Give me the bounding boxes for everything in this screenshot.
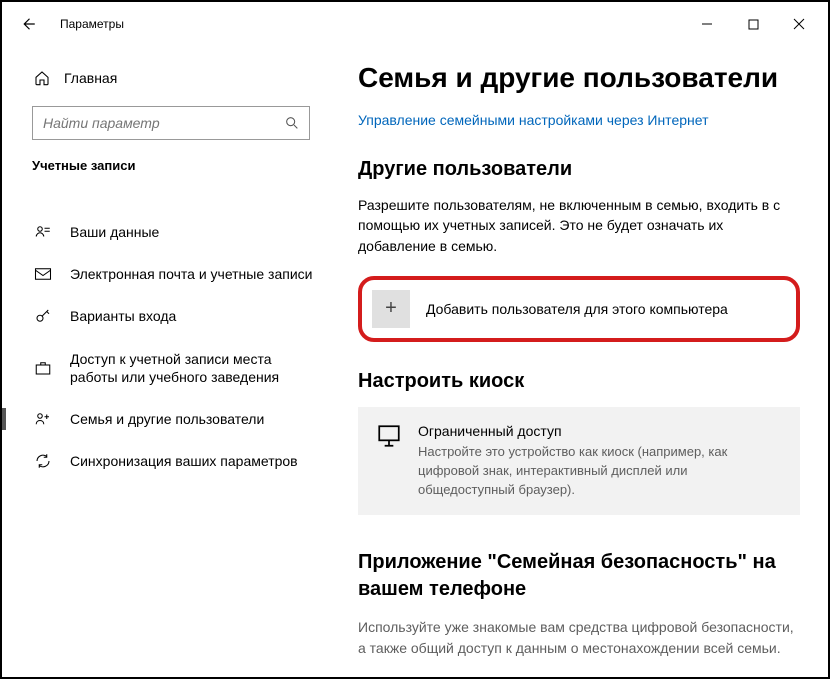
highlight-annotation: + Добавить пользователя для этого компью…	[358, 276, 800, 342]
manage-family-link[interactable]: Управление семейными настройками через И…	[358, 112, 800, 128]
person-card-icon	[34, 223, 52, 241]
arrow-left-icon	[19, 15, 37, 33]
minimize-button[interactable]	[684, 8, 730, 40]
key-icon	[34, 307, 52, 325]
sidebar-item-label: Варианты входа	[70, 307, 176, 325]
sidebar-item-work-access[interactable]: Доступ к учетной записи места работы или…	[2, 338, 330, 398]
close-icon	[793, 18, 805, 30]
kiosk-card[interactable]: Ограниченный доступ Настройте это устрой…	[358, 407, 800, 516]
mail-icon	[34, 265, 52, 283]
other-users-heading: Другие пользователи	[358, 158, 800, 181]
briefcase-icon	[34, 359, 52, 377]
page-title: Семья и другие пользователи	[358, 62, 800, 94]
home-label: Главная	[64, 70, 117, 86]
sidebar-item-label: Семья и другие пользователи	[70, 410, 264, 428]
maximize-button[interactable]	[730, 8, 776, 40]
kiosk-heading: Настроить киоск	[358, 370, 800, 393]
sidebar-item-signin[interactable]: Варианты входа	[2, 295, 330, 337]
other-users-desc: Разрешите пользователям, не включенным в…	[358, 195, 800, 256]
maximize-icon	[748, 19, 759, 30]
close-button[interactable]	[776, 8, 822, 40]
plus-icon: +	[372, 290, 410, 328]
sidebar-item-family[interactable]: Семья и другие пользователи	[2, 398, 330, 440]
family-app-desc: Используйте уже знакомые вам средства ци…	[358, 617, 800, 658]
back-button[interactable]	[10, 6, 46, 42]
kiosk-card-title: Ограниченный доступ	[418, 423, 782, 439]
add-user-label: Добавить пользователя для этого компьюте…	[426, 301, 728, 317]
family-app-heading: Приложение "Семейная безопасность" на ва…	[358, 549, 800, 603]
search-icon	[284, 115, 300, 131]
monitor-icon	[376, 423, 402, 500]
sidebar-section-label: Учетные записи	[2, 158, 330, 187]
people-plus-icon	[34, 410, 52, 428]
system-buttons	[684, 8, 822, 40]
sidebar-item-label: Ваши данные	[70, 223, 159, 241]
minimize-icon	[701, 18, 713, 30]
sidebar-item-label: Электронная почта и учетные записи	[70, 265, 312, 283]
sidebar-item-label: Синхронизация ваших параметров	[70, 452, 298, 470]
sidebar: Главная Учетные записи Ваши данные Элект…	[2, 46, 330, 677]
sidebar-nav: Ваши данные Электронная почта и учетные …	[2, 211, 330, 482]
sidebar-item-your-info[interactable]: Ваши данные	[2, 211, 330, 253]
window-title: Параметры	[60, 17, 124, 31]
kiosk-card-desc: Настройте это устройство как киоск (напр…	[418, 443, 782, 500]
home-link[interactable]: Главная	[2, 64, 330, 92]
sidebar-item-label: Доступ к учетной записи места работы или…	[70, 350, 320, 386]
search-wrap	[32, 106, 310, 140]
sidebar-item-sync[interactable]: Синхронизация ваших параметров	[2, 440, 330, 482]
add-user-button[interactable]: + Добавить пользователя для этого компью…	[372, 290, 786, 328]
search-input[interactable]	[32, 106, 310, 140]
sidebar-item-email[interactable]: Электронная почта и учетные записи	[2, 253, 330, 295]
main-content: Семья и другие пользователи Управление с…	[330, 46, 828, 677]
home-icon	[34, 70, 50, 86]
sync-icon	[34, 452, 52, 470]
titlebar: Параметры	[2, 2, 828, 46]
